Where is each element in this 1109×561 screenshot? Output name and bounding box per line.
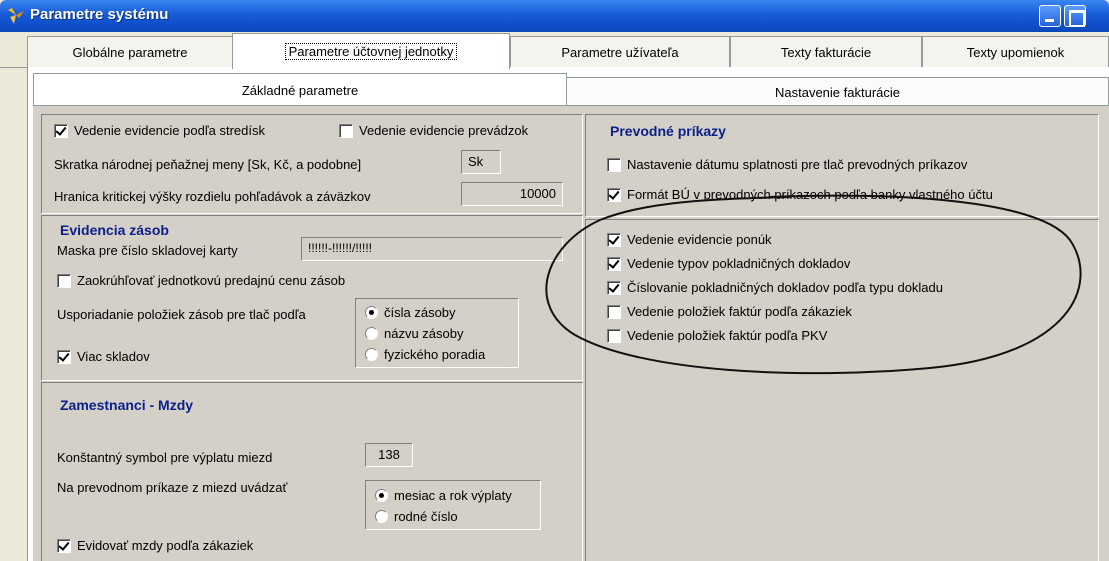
due-date-checkbox[interactable] — [607, 158, 621, 172]
order-by-number-radio[interactable] — [365, 306, 378, 319]
order-label: Usporiadanie položiek zásob pre tlač pod… — [57, 307, 306, 322]
invoice-items-orders-label: Vedenie položiek faktúr podľa zákaziek — [627, 304, 852, 319]
currency-label: Skratka národnej peňažnej meny [Sk, Kč, … — [54, 157, 362, 172]
prevadzky-checkbox[interactable] — [339, 124, 353, 138]
tab-user-parameters[interactable]: Parametre užívateľa — [510, 36, 730, 68]
payroll-order-label: Na prevodnom príkaze z miezd uvádzať — [57, 480, 288, 495]
parameters-window: Parametre systému Globálne parametre Par… — [0, 0, 1109, 561]
order-by-name-radio[interactable] — [365, 327, 378, 340]
order-by-name-label: názvu zásoby — [384, 326, 464, 341]
symbol-field[interactable]: 138 — [365, 443, 413, 467]
strediska-checkbox[interactable] — [54, 124, 68, 138]
multi-warehouse-checkbox[interactable] — [57, 350, 71, 364]
cash-doc-types-checkbox[interactable] — [607, 257, 621, 271]
transfers-heading: Prevodné príkazy — [610, 123, 726, 139]
currency-field[interactable]: Sk — [461, 150, 501, 174]
order-by-number-label: čísla zásoby — [384, 305, 456, 320]
strediska-label: Vedenie evidencie podľa stredísk — [74, 123, 265, 138]
cash-doc-numbering-label: Číslovanie pokladničných dokladov podľa … — [627, 280, 943, 295]
birth-number-radio[interactable] — [375, 510, 388, 523]
cash-doc-types-label: Vedenie typov pokladničných dokladov — [627, 256, 851, 271]
mask-field[interactable]: !!!!!!-!!!!!!/!!!!! — [301, 237, 563, 261]
payroll-by-order-checkbox[interactable] — [57, 539, 71, 553]
offers-checkbox[interactable] — [607, 233, 621, 247]
round-price-checkbox[interactable] — [57, 274, 71, 288]
order-by-physical-radio[interactable] — [365, 348, 378, 361]
tab-invoice-texts[interactable]: Texty fakturácie — [730, 36, 922, 68]
tab-global-parameters[interactable]: Globálne parametre — [27, 36, 233, 68]
mask-label: Maska pre číslo skladovej karty — [57, 243, 238, 258]
account-format-label: Formát BÚ v prevodných príkazoch podľa b… — [627, 187, 993, 202]
birth-number-label: rodné číslo — [394, 509, 458, 524]
maximize-button[interactable] — [1064, 5, 1086, 27]
tab-invoicing-settings[interactable]: Nastavenie fakturácie — [566, 77, 1109, 106]
limit-field[interactable]: 10000 — [461, 182, 563, 206]
invoice-items-pkv-label: Vedenie položiek faktúr podľa PKV — [627, 328, 828, 343]
prevadzky-label: Vedenie evidencie prevádzok — [359, 123, 529, 138]
due-date-label: Nastavenie dátumu splatnosti pre tlač pr… — [627, 157, 968, 172]
invoice-items-pkv-checkbox[interactable] — [607, 329, 621, 343]
minimize-button[interactable] — [1039, 5, 1061, 27]
top-tab-bar: Globálne parametre Parametre účtovnej je… — [0, 32, 1109, 69]
window-title: Parametre systému — [30, 6, 169, 23]
order-by-physical-label: fyzického poradia — [384, 347, 486, 362]
month-year-radio[interactable] — [375, 489, 388, 502]
payroll-heading: Zamestnanci - Mzdy — [60, 397, 194, 413]
multi-warehouse-label: Viac skladov — [77, 349, 150, 364]
limit-label: Hranica kritickej výšky rozdielu pohľadá… — [54, 189, 371, 204]
month-year-label: mesiac a rok výplaty — [394, 488, 512, 503]
offers-label: Vedenie evidencie ponúk — [627, 232, 772, 247]
round-price-label: Zaokrúhľovať jednotkovú predajnú cenu zá… — [77, 273, 346, 288]
tab-unit-parameters[interactable]: Parametre účtovnej jednotky — [232, 33, 510, 69]
title-bar[interactable]: Parametre systému — [0, 0, 1109, 32]
symbol-label: Konštantný symbol pre výplatu miezd — [57, 450, 273, 465]
payroll-by-order-label: Evidovať mzdy podľa zákaziek — [77, 538, 254, 553]
cash-doc-numbering-checkbox[interactable] — [607, 281, 621, 295]
tab-reminder-texts[interactable]: Texty upomienok — [922, 36, 1109, 68]
app-logo-icon — [8, 8, 24, 24]
account-format-checkbox[interactable] — [607, 188, 621, 202]
invoice-items-orders-checkbox[interactable] — [607, 305, 621, 319]
inventory-heading: Evidencia zásob — [60, 222, 169, 238]
tab-basic-parameters[interactable]: Základné parametre — [33, 73, 567, 106]
